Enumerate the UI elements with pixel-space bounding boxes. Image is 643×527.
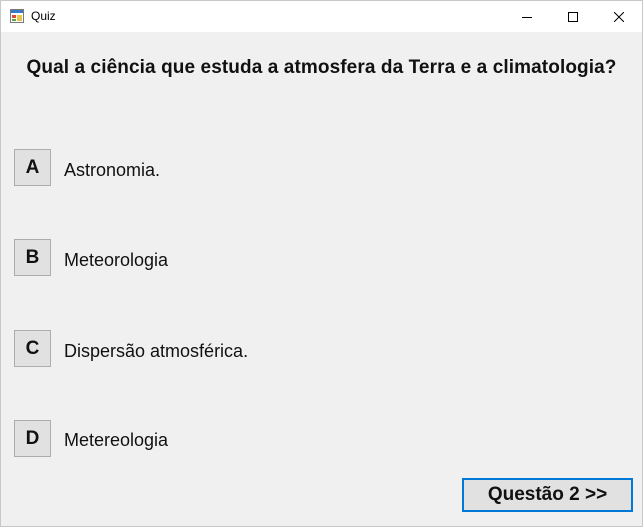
option-c-button[interactable]: C [14,330,51,367]
title-bar[interactable]: Quiz [1,1,642,32]
close-icon [614,11,624,22]
option-d-button[interactable]: D [14,420,51,457]
option-a-label: Astronomia. [64,160,161,180]
option-b-button[interactable]: B [14,239,51,276]
app-icon[interactable] [10,9,24,23]
option-a-button[interactable]: A [14,149,51,186]
minimize-button[interactable] [504,1,550,32]
window-title: Quiz [31,9,56,23]
close-button[interactable] [596,1,642,32]
maximize-icon [568,11,578,22]
option-d-label: Metereologia [64,430,169,450]
next-question-button[interactable]: Questão 2 >> [462,478,633,512]
maximize-button[interactable] [550,1,596,32]
option-b-label: Meteorologia [64,250,169,270]
option-c-label: Dispersão atmosférica. [64,341,249,361]
question-text: Qual a ciência que estuda a atmosfera da… [26,57,617,78]
quiz-window: Quiz Qual a ciência que estuda a atmosfe… [0,0,643,527]
minimize-icon [522,16,532,18]
